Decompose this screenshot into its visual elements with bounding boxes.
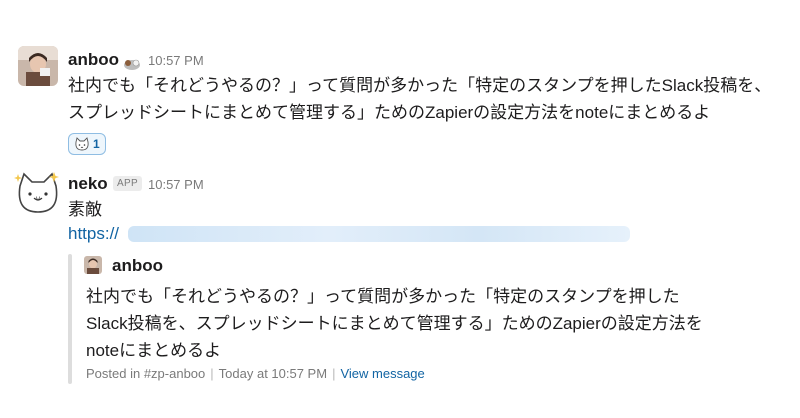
footer-timestamp[interactable]: Today at 10:57 PM [219, 366, 327, 381]
timestamp[interactable]: 10:57 PM [148, 177, 204, 192]
attachment-text-line: Slack投稿を、スプレッドシートにまとめて管理する」ためのZapierの設定方… [86, 314, 703, 333]
attachment-bar [68, 254, 72, 384]
attachment-avatar [84, 256, 102, 274]
footer-separator: | [332, 366, 336, 381]
footer-separator: | [210, 366, 214, 381]
message-text: 素敵 [68, 200, 102, 219]
redacted-url[interactable] [128, 226, 630, 242]
posted-in-channel[interactable]: Posted in #zp-anboo [86, 366, 205, 381]
attachment-text-line: noteにまとめるよ [86, 341, 222, 360]
username[interactable]: neko [68, 174, 108, 194]
app-badge: APP [113, 176, 142, 191]
avatar[interactable]: ω [14, 170, 62, 216]
attachment-author[interactable]: anboo [112, 256, 163, 276]
user-photo-icon [84, 256, 102, 274]
cat-avatar-icon: ω [14, 172, 59, 213]
attachment-footer: Posted in #zp-anboo | Today at 10:57 PM | Vi… [86, 366, 425, 381]
attachment-text-line: 社内でも「それどうやるの？」って質問が多かった「特定のスタンプを押した [86, 287, 680, 306]
view-message-link[interactable]: View message [340, 366, 424, 381]
svg-text:ω: ω [35, 195, 40, 202]
message-neko: ω neko APP 10:57 PM 素敵 https:// anboo 社内… [0, 0, 800, 418]
message-link[interactable]: https:// [68, 224, 119, 244]
